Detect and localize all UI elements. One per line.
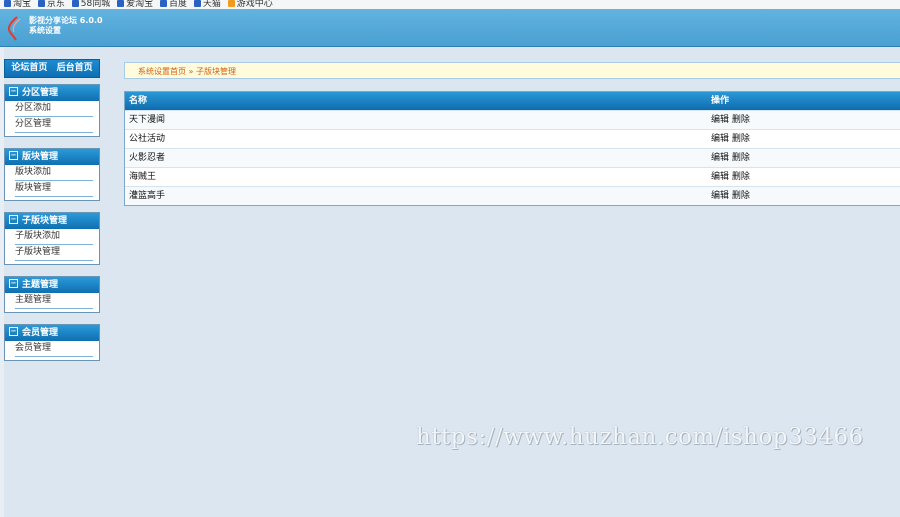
delete-link[interactable]: 删除 (732, 191, 750, 201)
edit-link[interactable]: 编辑 (711, 115, 729, 125)
bookmark-58[interactable]: 58同城 (71, 0, 110, 9)
table-row: 天下漫闻 编辑 删除 (125, 110, 900, 129)
bookmark-icon (160, 0, 167, 7)
row-actions: 编辑 删除 (711, 130, 750, 148)
delete-link[interactable]: 删除 (732, 115, 750, 125)
row-name: 公社活动 (129, 134, 166, 144)
collapse-icon[interactable]: − (9, 151, 18, 160)
table-body: 天下漫闻 编辑 删除 公社活动 编辑 删除 火影忍者 编辑 删除 海贼王 编辑 … (125, 110, 900, 205)
bookmark-icon (4, 0, 11, 7)
forum-home-link[interactable]: 论坛首页 (11, 63, 47, 73)
bookmark-games[interactable]: 游戏中心 (227, 0, 273, 9)
subboard-table: 名称 操作 天下漫闻 编辑 删除 公社活动 编辑 删除 火影忍者 编辑 删除 海… (124, 91, 900, 206)
game-icon (227, 0, 235, 7)
delete-link[interactable]: 删除 (732, 153, 750, 163)
bookmark-tmall[interactable]: 天猫 (193, 0, 221, 9)
column-header-actions: 操作 (711, 96, 730, 106)
edit-link[interactable]: 编辑 (711, 153, 729, 163)
bookmark-aitaobao[interactable]: 爱淘宝 (117, 0, 153, 9)
sidebar: 论坛首页 后台首页 − 分区管理 分区添加 分区管理 − 版块管理 版块添加 版块管… (0, 47, 102, 517)
table-row: 海贼王 编辑 删除 (125, 167, 900, 186)
bookmark-icon (71, 0, 79, 7)
menu-zone-management: − 分区管理 分区添加 分区管理 (4, 84, 100, 137)
menu-header[interactable]: − 子版块管理 (5, 213, 99, 229)
row-actions: 编辑 删除 (711, 111, 750, 129)
site-title: 影视分享论坛 6.0.0 系统设置 (29, 16, 103, 35)
menu-item-board-add[interactable]: 版块添加 (15, 165, 93, 181)
table-row: 公社活动 编辑 删除 (125, 129, 900, 148)
bookmark-baidu[interactable]: 百度 (160, 0, 187, 9)
breadcrumb: 系统设置首页 » 子版块管理 (124, 62, 900, 79)
menu-item-zone-manage[interactable]: 分区管理 (15, 117, 93, 133)
row-actions: 编辑 删除 (711, 149, 750, 167)
delete-link[interactable]: 删除 (732, 172, 750, 182)
menu-board-management: − 版块管理 版块添加 版块管理 (4, 148, 100, 201)
row-name: 火影忍者 (129, 153, 166, 163)
breadcrumb-current: 子版块管理 (195, 67, 236, 76)
menu-member-management: − 会员管理 会员管理 (4, 324, 100, 361)
bookmarks-bar: 淘宝 京东 58同城 爱淘宝 百度 天猫 游戏中心 (0, 0, 900, 9)
logo-icon (7, 16, 21, 41)
menu-item-zone-add[interactable]: 分区添加 (15, 101, 93, 117)
menu-item-subboard-add[interactable]: 子版块添加 (15, 229, 93, 245)
collapse-icon[interactable]: − (9, 327, 18, 336)
watermark: https://www.huzhan.com/ishop33466 (416, 424, 864, 450)
home-links: 论坛首页 后台首页 (4, 59, 100, 78)
bookmark-icon (193, 0, 201, 7)
row-name: 灌篮高手 (129, 191, 166, 201)
collapse-icon[interactable]: − (9, 87, 18, 96)
menu-item-topic-manage[interactable]: 主题管理 (15, 293, 93, 309)
menu-item-board-manage[interactable]: 版块管理 (15, 181, 93, 197)
admin-home-link[interactable]: 后台首页 (57, 63, 93, 73)
delete-link[interactable]: 删除 (732, 134, 750, 144)
bookmark-icon (37, 0, 45, 7)
row-actions: 编辑 删除 (711, 187, 750, 205)
bookmark-jd[interactable]: 京东 (37, 0, 65, 9)
menu-header[interactable]: − 版块管理 (5, 149, 99, 165)
table-row: 灌篮高手 编辑 删除 (125, 186, 900, 205)
top-header: 影视分享论坛 6.0.0 系统设置 (0, 9, 900, 47)
bookmark-icon (117, 0, 125, 7)
row-name: 海贼王 (129, 172, 157, 182)
menu-header[interactable]: − 主题管理 (5, 277, 99, 293)
row-name: 天下漫闻 (129, 115, 166, 125)
edit-link[interactable]: 编辑 (711, 191, 729, 201)
edit-link[interactable]: 编辑 (711, 172, 729, 182)
row-actions: 编辑 删除 (711, 168, 750, 186)
collapse-icon[interactable]: − (9, 215, 18, 224)
table-header: 名称 操作 (125, 92, 900, 110)
table-row: 火影忍者 编辑 删除 (125, 148, 900, 167)
menu-header[interactable]: − 会员管理 (5, 325, 99, 341)
menu-header[interactable]: − 分区管理 (5, 85, 99, 101)
menu-topic-management: − 主题管理 主题管理 (4, 276, 100, 313)
collapse-icon[interactable]: − (9, 279, 18, 288)
breadcrumb-home-link[interactable]: 系统设置首页 (138, 67, 186, 76)
menu-item-subboard-manage[interactable]: 子版块管理 (15, 245, 93, 261)
menu-subboard-management: − 子版块管理 子版块添加 子版块管理 (4, 212, 100, 265)
column-header-name: 名称 (129, 96, 148, 106)
bookmark-taobao[interactable]: 淘宝 (4, 0, 31, 9)
menu-item-member-manage[interactable]: 会员管理 (15, 341, 93, 357)
edit-link[interactable]: 编辑 (711, 134, 729, 144)
